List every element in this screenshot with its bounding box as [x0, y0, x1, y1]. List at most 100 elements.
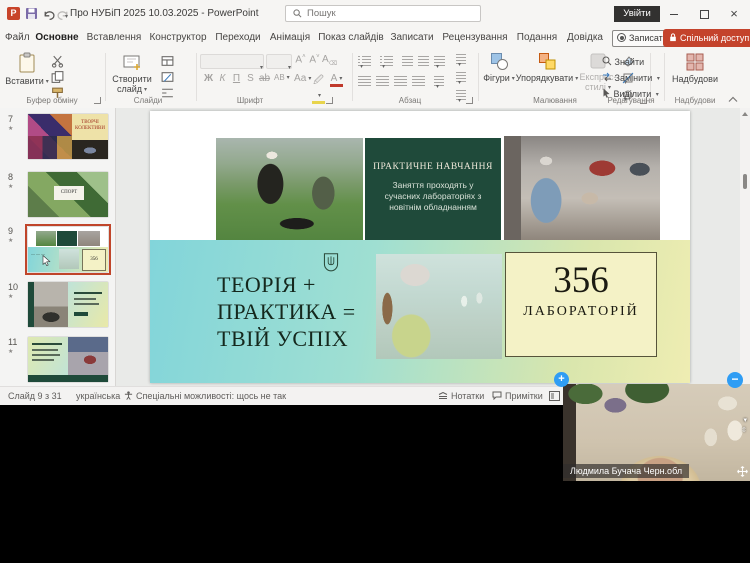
accessibility-status[interactable]: Спеціальні можливості: щось не так [124, 391, 286, 401]
slide-thumbnail[interactable]: СПОРТ [28, 172, 108, 217]
columns-icon[interactable] [434, 76, 444, 86]
find-button[interactable]: Знайти [602, 56, 644, 67]
align-left-icon[interactable] [358, 76, 371, 86]
slide-thumbnail[interactable] [28, 282, 108, 327]
undo-icon[interactable] [42, 8, 55, 21]
font-name-select[interactable] [200, 54, 264, 69]
minimize-button[interactable] [660, 0, 688, 28]
vertical-scrollbar[interactable] [740, 108, 750, 386]
text-direction-icon[interactable] [456, 54, 466, 64]
slide-editing-area[interactable]: ПРАКТИЧНЕ НАВЧАННЯ Заняття проходять у с… [116, 108, 740, 386]
underline-button[interactable]: П [230, 73, 243, 84]
language-indicator[interactable]: українська [76, 391, 120, 401]
tab-transitions[interactable]: Переходи [214, 28, 262, 50]
tab-insert[interactable]: Вставлення [86, 28, 142, 50]
slide-headline[interactable]: ТЕОРІЯ + ПРАКТИКА = ТВІЙ УСПІХ [217, 271, 356, 352]
align-right-icon[interactable] [394, 76, 407, 86]
normal-view-icon[interactable] [549, 391, 560, 401]
new-slide-button[interactable]: Створити слайд [110, 52, 154, 95]
thumb-number: 9 [8, 226, 13, 236]
tab-home[interactable]: Основне [34, 28, 80, 52]
sign-in-button[interactable]: Увійти [614, 6, 660, 22]
animation-star-icon: ★ [8, 183, 13, 190]
highlight-color-button[interactable]: 🖉 [312, 73, 325, 104]
arrange-icon [538, 52, 557, 71]
italic-button[interactable]: К [216, 73, 229, 84]
tab-design[interactable]: Конструктор [147, 28, 209, 50]
clear-formatting-icon[interactable]: А⌫ [322, 54, 335, 67]
close-button[interactable]: × [720, 0, 748, 28]
slide-image-drone-training[interactable] [216, 138, 363, 240]
layout-icon[interactable] [160, 54, 175, 68]
decrease-indent-icon[interactable] [402, 56, 413, 66]
shapes-button[interactable]: Фігури [482, 52, 516, 84]
overlay-collapse-button[interactable]: − [727, 372, 743, 388]
bold-button[interactable]: Ж [202, 73, 215, 84]
notes-toggle[interactable]: Нотатки [438, 391, 484, 401]
justify-icon[interactable] [412, 76, 425, 86]
slide-thumbnail[interactable]: ТВОРЧІ КОЛЕКТИВИ [28, 114, 108, 159]
paste-button[interactable]: Вставити [8, 52, 46, 87]
maximize-icon [700, 10, 709, 19]
maximize-button[interactable] [690, 0, 718, 28]
change-case-button[interactable]: Аа [294, 73, 307, 84]
line-spacing-icon[interactable] [434, 56, 445, 66]
slide-canvas[interactable]: ПРАКТИЧНЕ НАВЧАННЯ Заняття проходять у с… [150, 111, 690, 383]
move-overlay-icon[interactable] [737, 466, 748, 477]
qat-customize-icon[interactable] [63, 6, 68, 24]
slide-image-laboratory[interactable] [376, 254, 502, 359]
annotation-add-button[interactable]: + [554, 372, 569, 387]
bullets-button[interactable] [358, 56, 371, 66]
camera-chevron-icon[interactable]: ▾ [743, 416, 747, 424]
arrange-button[interactable]: Упорядкувати [518, 52, 576, 84]
slide-thumbnail-current[interactable]: — — — 356 [28, 227, 108, 272]
increase-indent-icon[interactable] [418, 56, 429, 66]
font-size-select[interactable] [266, 54, 292, 69]
character-spacing-button[interactable]: АВ [274, 73, 287, 82]
align-text-icon[interactable] [456, 72, 466, 82]
share-button[interactable]: Спільний доступ [663, 29, 750, 47]
stat-number: 356 [506, 259, 656, 302]
webcam-video[interactable]: Людмила Бучача Черн.обл ▾ ⇳ [563, 384, 750, 481]
scroll-up-icon[interactable] [742, 112, 748, 116]
text-shadow-button[interactable]: S [244, 73, 257, 84]
camera-resize-icon[interactable]: ⇳ [741, 426, 747, 434]
tab-file[interactable]: Файл [5, 28, 29, 50]
numbering-button[interactable] [380, 56, 393, 66]
slide-textbox-practice[interactable]: ПРАКТИЧНЕ НАВЧАННЯ Заняття проходять у с… [365, 138, 501, 240]
copy-icon[interactable] [50, 70, 65, 84]
addins-button[interactable]: Надбудови [670, 52, 720, 84]
practice-title: ПРАКТИЧНЕ НАВЧАННЯ [365, 162, 501, 172]
clipboard-group-label: Буфер обміну [6, 96, 98, 105]
slide-stat-box[interactable]: 356 ЛАБОРАТОРІЙ [505, 252, 657, 357]
tab-help[interactable]: Довідка [564, 28, 606, 50]
shrink-font-icon[interactable]: А˅ [308, 54, 321, 65]
align-center-icon[interactable] [376, 76, 389, 86]
save-icon[interactable] [25, 7, 38, 20]
cut-icon[interactable] [50, 54, 65, 68]
strikethrough-button[interactable]: ab [258, 73, 271, 84]
reset-icon[interactable] [160, 70, 175, 84]
font-color-button[interactable]: А [330, 73, 343, 87]
collapse-ribbon-icon[interactable] [728, 96, 738, 103]
slide-thumbnail-panel[interactable]: 7 ★ ТВОРЧІ КОЛЕКТИВИ 8 ★ СПОРТ 9 ★ [0, 108, 116, 386]
replace-button[interactable]: Замінити [602, 72, 660, 83]
tab-review[interactable]: Рецензування [440, 28, 510, 50]
tab-record[interactable]: Записати [389, 28, 435, 50]
slide-image-vr-lab[interactable] [504, 136, 660, 240]
search-input[interactable]: Пошук [285, 5, 481, 22]
tab-animations[interactable]: Анімація [267, 28, 313, 50]
tab-view[interactable]: Подання [515, 28, 559, 50]
minimize-icon [670, 14, 678, 15]
paragraph-dialog-launcher[interactable] [466, 97, 473, 104]
clipboard-dialog-launcher[interactable] [94, 97, 101, 104]
font-dialog-launcher[interactable] [326, 97, 333, 104]
scrollbar-thumb[interactable] [743, 174, 747, 189]
main-area: 7 ★ ТВОРЧІ КОЛЕКТИВИ 8 ★ СПОРТ 9 ★ [0, 108, 750, 386]
shapes-icon [490, 52, 509, 71]
comments-toggle[interactable]: Примітки [492, 391, 543, 401]
tab-slideshow[interactable]: Показ слайдів [318, 28, 384, 50]
grow-font-icon[interactable]: А˄ [294, 54, 307, 65]
smartart-icon[interactable] [456, 90, 466, 100]
slide-thumbnail[interactable] [28, 337, 108, 382]
